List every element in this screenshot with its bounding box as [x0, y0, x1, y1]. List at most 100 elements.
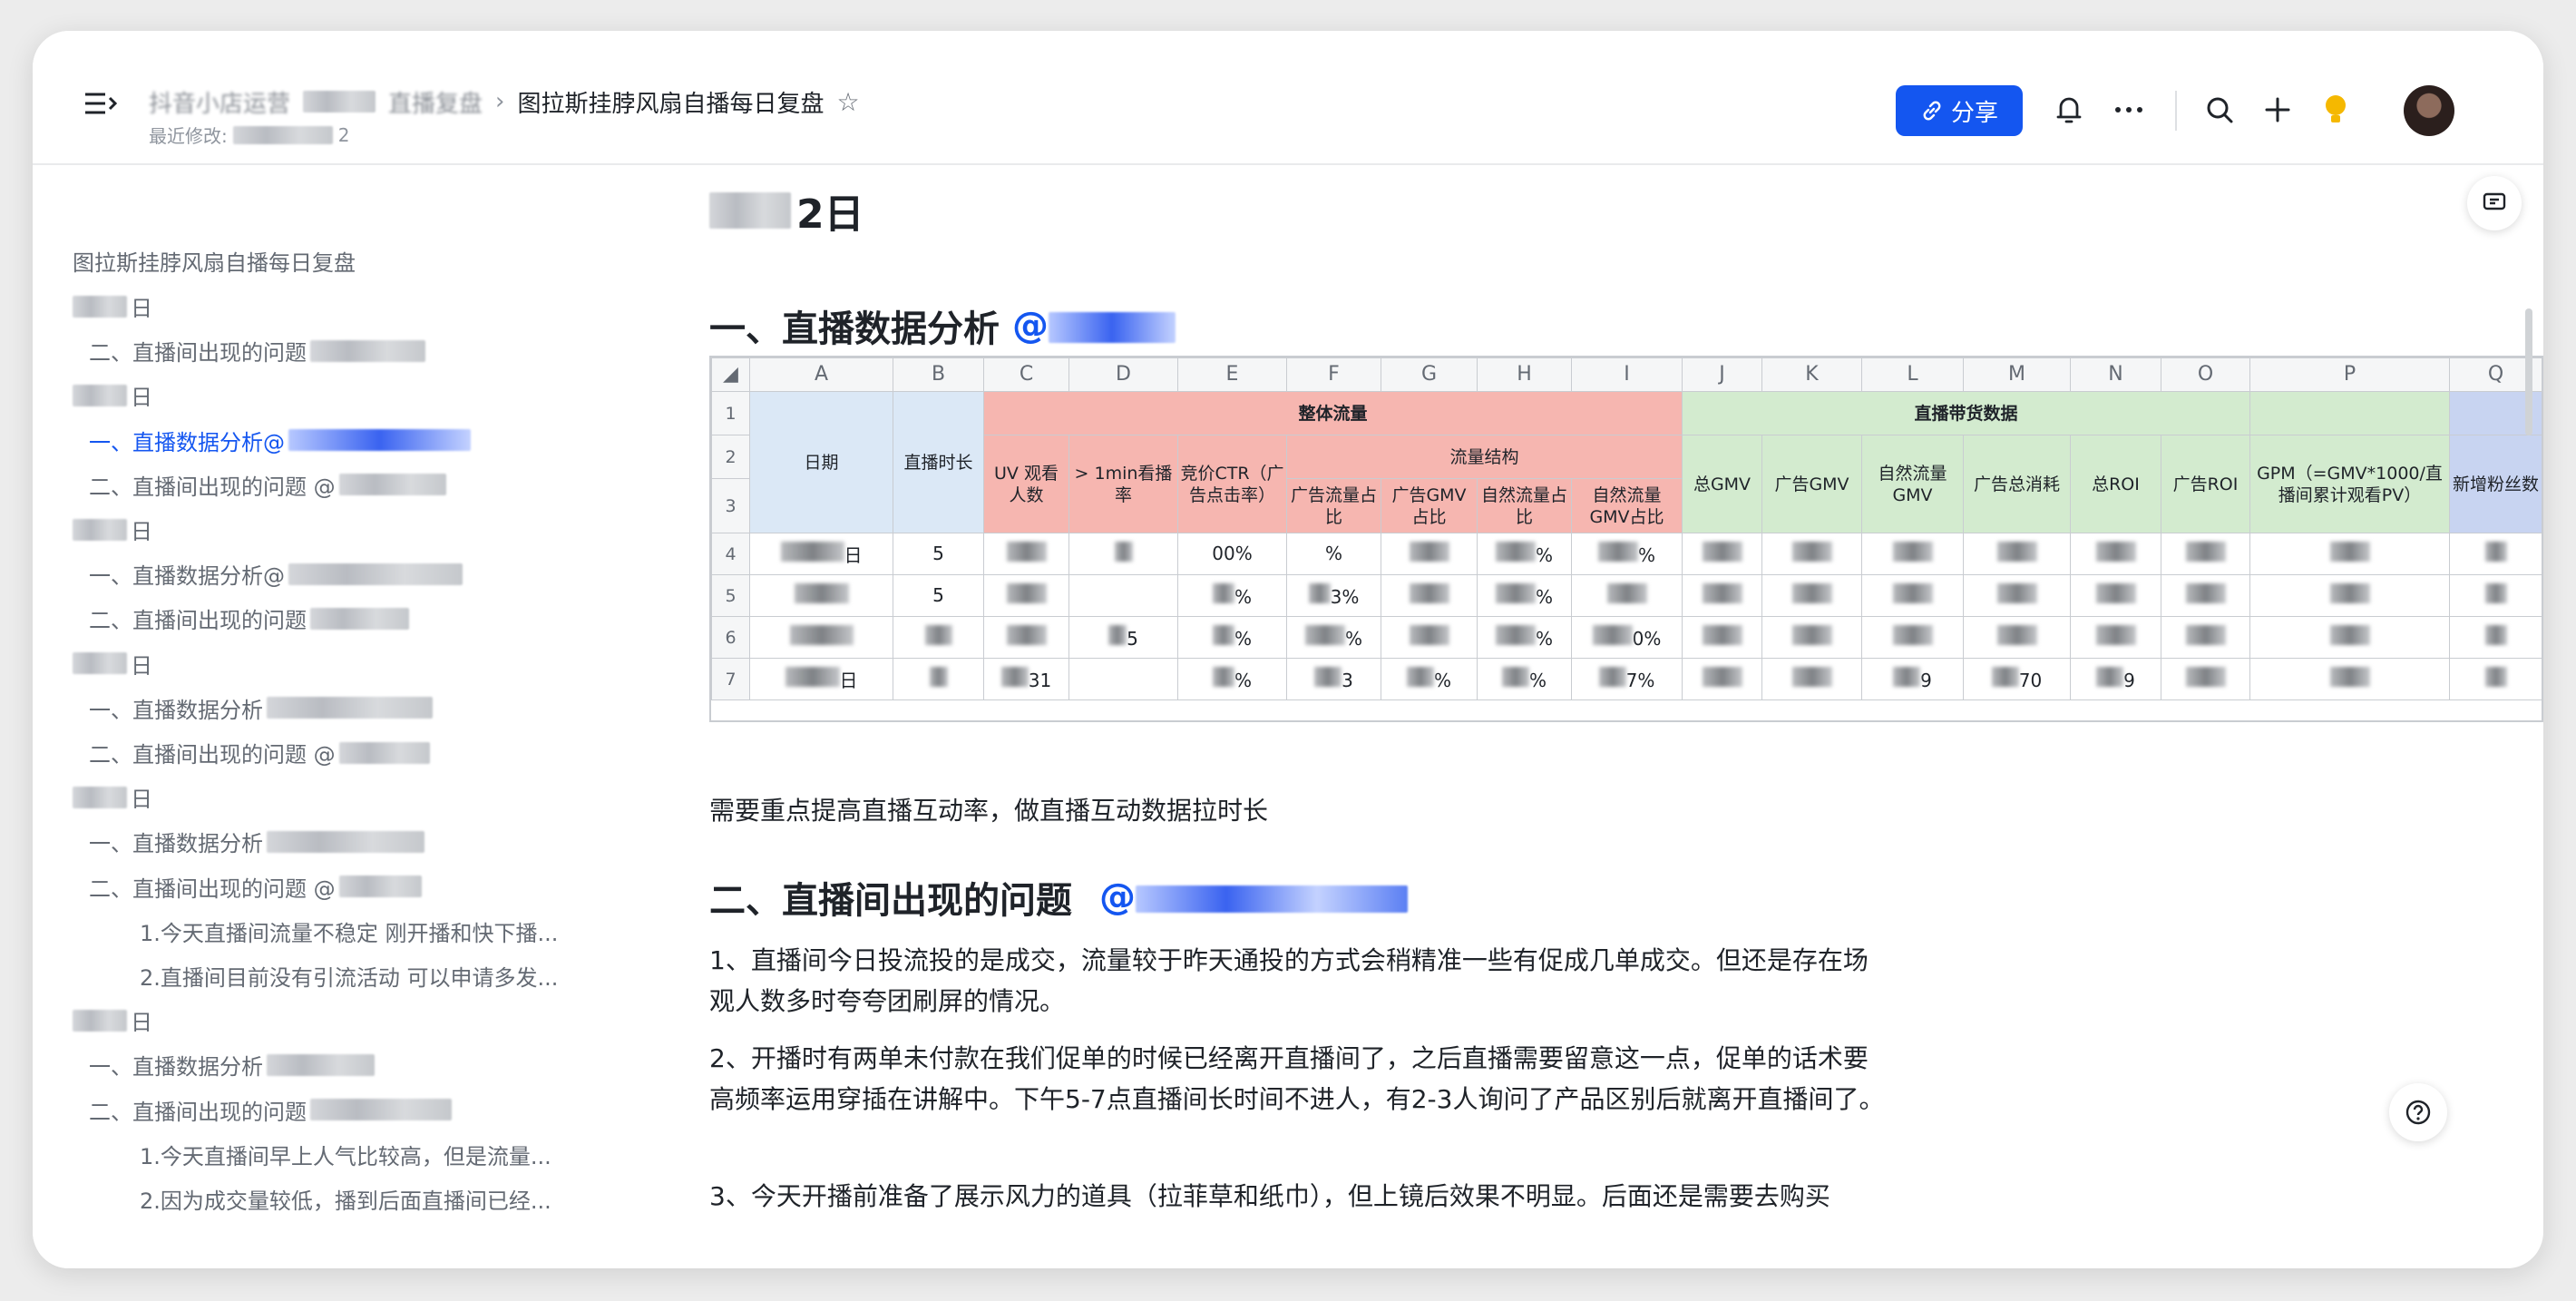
toc-item[interactable]: 二、直播间出现的问题: [89, 602, 409, 634]
header-cell[interactable]: 总GMV: [1682, 435, 1762, 533]
cell[interactable]: %: [1286, 533, 1381, 575]
header-cell[interactable]: 广告流量占比: [1286, 478, 1381, 533]
row-header[interactable]: 4: [711, 533, 750, 575]
cell[interactable]: %: [1177, 658, 1287, 700]
cell[interactable]: 5: [1068, 616, 1178, 659]
cell[interactable]: [1963, 616, 2071, 659]
cell[interactable]: 9: [2070, 658, 2161, 700]
row-header[interactable]: 1: [711, 391, 750, 435]
cell[interactable]: [1068, 658, 1178, 700]
col-header[interactable]: L: [1861, 357, 1964, 392]
cell[interactable]: 7%: [1571, 658, 1683, 700]
header-cell[interactable]: 总ROI: [2070, 435, 2161, 533]
star-icon[interactable]: ☆: [836, 87, 859, 117]
toc-item[interactable]: 二、直播间出现的问题: [89, 335, 425, 367]
cell[interactable]: 3%: [1286, 574, 1381, 617]
toc-item[interactable]: 日: [73, 514, 152, 545]
cell[interactable]: [1761, 574, 1862, 617]
col-header[interactable]: E: [1177, 357, 1287, 392]
cell[interactable]: [1682, 616, 1762, 659]
cell[interactable]: [983, 533, 1069, 575]
cell[interactable]: [1861, 533, 1964, 575]
col-header[interactable]: A: [749, 357, 893, 392]
header-cell[interactable]: 广告ROI: [2161, 435, 2250, 533]
cell[interactable]: 31: [983, 658, 1069, 700]
row-header[interactable]: 2: [711, 435, 750, 479]
col-header[interactable]: M: [1963, 357, 2071, 392]
more-icon[interactable]: [2108, 89, 2150, 131]
toc-item[interactable]: 二、直播间出现的问题 @: [89, 469, 446, 501]
cell[interactable]: [1963, 574, 2071, 617]
cell[interactable]: [983, 574, 1069, 617]
toc-item[interactable]: 日: [73, 781, 152, 813]
cell[interactable]: [1963, 533, 2071, 575]
cell[interactable]: [2161, 616, 2250, 659]
cell[interactable]: [1381, 533, 1478, 575]
cell[interactable]: [2449, 616, 2542, 659]
toc-item[interactable]: 一、直播数据分析: [89, 692, 433, 724]
header-cell[interactable]: 广告GMV占比: [1381, 478, 1478, 533]
toc-item[interactable]: 2.因为成交量较低，播到后面直播间已经...: [140, 1183, 551, 1215]
header-cell[interactable]: 自然流量GMV占比: [1571, 478, 1683, 533]
cell[interactable]: %: [1177, 574, 1287, 617]
header-cell[interactable]: 日期: [749, 391, 893, 533]
toc-item[interactable]: 一、直播数据分析: [89, 1049, 375, 1081]
col-header[interactable]: B: [893, 357, 984, 392]
header-cell[interactable]: 流量结构: [1286, 435, 1683, 479]
toc-item[interactable]: 1.今天直播间早上人气比较高，但是流量...: [140, 1139, 551, 1170]
cell[interactable]: [2449, 574, 2542, 617]
col-header[interactable]: D: [1068, 357, 1178, 392]
cell[interactable]: %: [1571, 533, 1683, 575]
header-cell[interactable]: 自然流量GMV: [1861, 435, 1964, 533]
cell[interactable]: 3: [1286, 658, 1381, 700]
col-header[interactable]: O: [2161, 357, 2250, 392]
header-cell[interactable]: 广告总消耗: [1963, 435, 2071, 533]
toc-item[interactable]: 2.直播间目前没有引流活动 可以申请多发...: [140, 960, 558, 992]
cell[interactable]: [1381, 616, 1478, 659]
cell[interactable]: [1761, 616, 1862, 659]
cell[interactable]: 00%: [1177, 533, 1287, 575]
col-header[interactable]: K: [1761, 357, 1862, 392]
toc-item[interactable]: 二、直播间出现的问题 @: [89, 871, 422, 903]
header-cell[interactable]: UV 观看人数: [983, 435, 1069, 533]
cell[interactable]: [1682, 574, 1762, 617]
toc-item[interactable]: 一、直播数据分析@: [89, 425, 471, 456]
embedded-spreadsheet[interactable]: ◢ A B C D E F G H I J K L M N O P Q 1 日期…: [709, 356, 2543, 722]
row-header[interactable]: 3: [711, 478, 750, 533]
cell[interactable]: %: [1477, 616, 1572, 659]
header-cell[interactable]: 整体流量: [983, 391, 1683, 435]
header-cell[interactable]: 新增粉丝数: [2449, 435, 2542, 533]
cell[interactable]: [1682, 533, 1762, 575]
toc-item[interactable]: 一、直播数据分析@: [89, 558, 463, 590]
row-header[interactable]: 5: [711, 574, 750, 617]
toc-item[interactable]: 日: [73, 290, 152, 322]
cell[interactable]: [749, 616, 893, 659]
toc-item[interactable]: 一、直播数据分析: [89, 826, 424, 857]
toc-item[interactable]: 1.今天直播间流量不稳定 刚开播和快下播...: [140, 915, 558, 947]
col-header[interactable]: J: [1682, 357, 1762, 392]
cell[interactable]: 5: [893, 574, 984, 617]
cell[interactable]: %: [1477, 658, 1572, 700]
toc-item[interactable]: 二、直播间出现的问题 @: [89, 737, 430, 768]
cell[interactable]: [1861, 574, 1964, 617]
cell[interactable]: 9: [1861, 658, 1964, 700]
cell[interactable]: [1761, 658, 1862, 700]
cell[interactable]: [1861, 616, 1964, 659]
col-header[interactable]: N: [2070, 357, 2161, 392]
breadcrumb-folder[interactable]: 直播复盘: [388, 85, 483, 119]
cell[interactable]: [1571, 574, 1683, 617]
row-header[interactable]: 6: [711, 616, 750, 659]
col-header[interactable]: P: [2249, 357, 2450, 392]
cell[interactable]: %: [1477, 533, 1572, 575]
breadcrumb-root[interactable]: 抖音小店运营: [149, 85, 290, 119]
cell[interactable]: [893, 658, 984, 700]
cell[interactable]: [2161, 574, 2250, 617]
cell[interactable]: 5: [893, 533, 984, 575]
cell[interactable]: %: [1477, 574, 1572, 617]
cell[interactable]: [2249, 533, 2450, 575]
header-cell[interactable]: [2249, 391, 2450, 435]
header-cell[interactable]: 广告GMV: [1761, 435, 1862, 533]
comment-button[interactable]: [2467, 176, 2522, 230]
cell[interactable]: [2161, 533, 2250, 575]
mention-tag[interactable]: @: [1012, 305, 1176, 347]
